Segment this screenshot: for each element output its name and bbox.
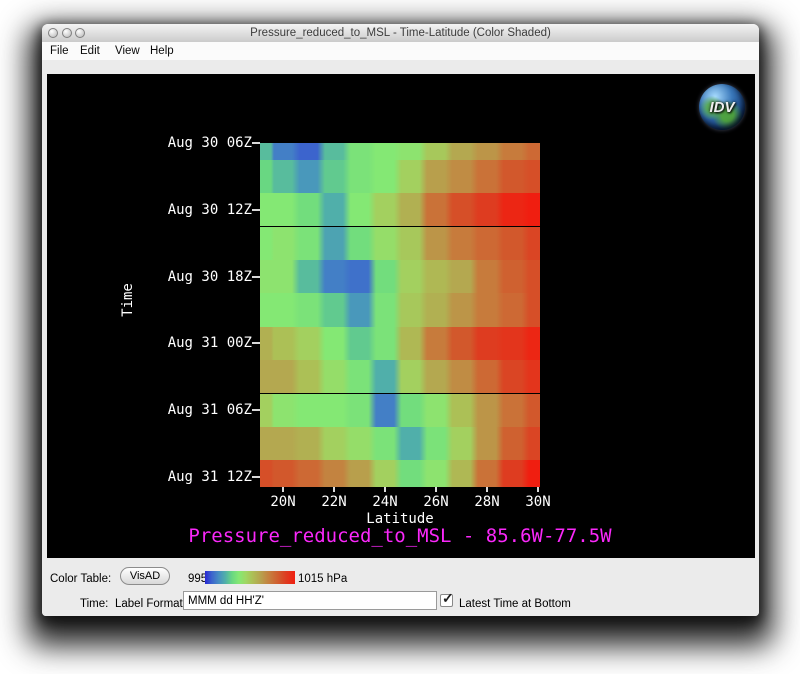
- idv-logo-icon: IDV: [699, 84, 745, 130]
- title-bar: Pressure_reduced_to_MSL - Time-Latitude …: [42, 24, 759, 43]
- menu-file[interactable]: File: [50, 42, 69, 60]
- y-axis-title: Time: [120, 260, 136, 340]
- label-format-label: Label Format:: [115, 597, 186, 611]
- heatmap[interactable]: [260, 143, 540, 487]
- x-tick-label: 24N: [365, 494, 405, 510]
- window-title: Pressure_reduced_to_MSL - Time-Latitude …: [42, 24, 759, 42]
- heatmap-row: [260, 227, 540, 260]
- heatmap-row: [260, 193, 540, 226]
- time-section-label: Time:: [80, 597, 108, 611]
- control-panel: Color Table: VisAD 995 1015 hPa Time: La…: [42, 558, 759, 616]
- menu-edit[interactable]: Edit: [80, 42, 100, 60]
- y-axis-tick: [252, 276, 260, 278]
- latest-time-checkbox[interactable]: [440, 594, 453, 607]
- heatmap-row: [260, 293, 540, 326]
- y-axis-tick: [252, 209, 260, 211]
- y-tick-label: Aug 31 12Z: [168, 469, 252, 485]
- color-table-label: Color Table:: [50, 572, 111, 586]
- display-area: IDV Time Latitude Pressure_reduced_to_MS…: [47, 74, 755, 558]
- y-tick-label: Aug 30 18Z: [168, 269, 252, 285]
- heatmap-row: [260, 143, 540, 160]
- heatmap-row: [260, 160, 540, 193]
- y-axis-tick: [252, 409, 260, 411]
- legend-max-label: 1015 hPa: [298, 572, 347, 586]
- heatmap-row: [260, 427, 540, 460]
- menu-bar: File Edit View Help: [42, 42, 759, 61]
- x-tick-label: 30N: [518, 494, 558, 510]
- color-table-preview: [205, 571, 295, 584]
- y-tick-label: Aug 30 12Z: [168, 202, 252, 218]
- x-tick-label: 26N: [416, 494, 456, 510]
- x-axis-tick: [333, 487, 335, 492]
- latest-time-checkbox-label: Latest Time at Bottom: [459, 597, 571, 611]
- x-tick-label: 20N: [263, 494, 303, 510]
- y-tick-label: Aug 31 00Z: [168, 335, 252, 351]
- heatmap-row: [260, 360, 540, 393]
- heatmap-row: [260, 394, 540, 427]
- menu-view[interactable]: View: [115, 42, 140, 60]
- y-axis-tick: [252, 342, 260, 344]
- x-tick-label: 22N: [314, 494, 354, 510]
- x-axis-tick: [537, 487, 539, 492]
- app-window: Pressure_reduced_to_MSL - Time-Latitude …: [42, 24, 759, 616]
- x-axis-tick: [384, 487, 386, 492]
- plot-title: Pressure_reduced_to_MSL - 85.6W-77.5W: [47, 525, 753, 547]
- content-pane: IDV Time Latitude Pressure_reduced_to_MS…: [42, 60, 759, 616]
- label-format-input[interactable]: [183, 591, 437, 610]
- y-axis-tick: [252, 142, 260, 144]
- heatmap-row: [260, 460, 540, 487]
- y-axis-tick: [252, 476, 260, 478]
- heatmap-row: [260, 327, 540, 360]
- y-tick-label: Aug 30 06Z: [168, 135, 252, 151]
- menu-help[interactable]: Help: [150, 42, 174, 60]
- heatmap-row: [260, 260, 540, 293]
- x-tick-label: 28N: [467, 494, 507, 510]
- y-tick-label: Aug 31 06Z: [168, 402, 252, 418]
- x-axis-tick: [282, 487, 284, 492]
- x-axis-tick: [486, 487, 488, 492]
- color-table-button[interactable]: VisAD: [120, 567, 170, 585]
- x-axis-tick: [435, 487, 437, 492]
